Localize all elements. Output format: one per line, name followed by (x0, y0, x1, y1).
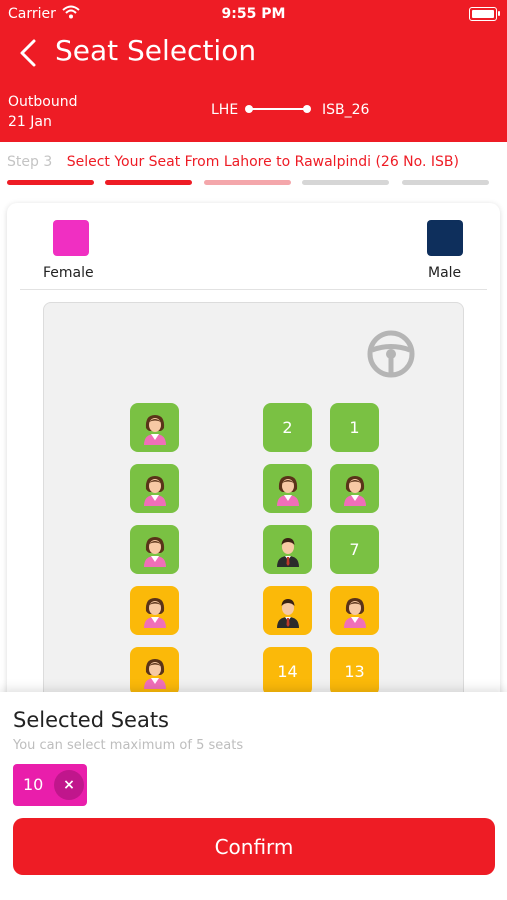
seat-occupied-female[interactable] (130, 525, 179, 574)
male-passenger-icon (276, 598, 299, 628)
seat-occupied-female[interactable] (130, 647, 179, 696)
status-time: 9:55 PM (221, 6, 286, 22)
female-legend-swatch (53, 220, 89, 256)
selected-seats-hint: You can select maximum of 5 seats (13, 738, 244, 753)
seat-occupied-male[interactable] (263, 586, 312, 635)
female-passenger-icon (343, 475, 366, 506)
battery-icon (469, 7, 500, 21)
seat-1[interactable]: 1 (330, 403, 379, 452)
seat-occupied-male[interactable] (263, 525, 312, 574)
seat-7[interactable]: 7 (330, 525, 379, 574)
seat-13[interactable]: 13 (330, 647, 379, 696)
page-title: Seat Selection (55, 34, 257, 67)
trip-direction: Outbound (8, 94, 78, 110)
progress-segment-3 (204, 180, 291, 185)
selected-seats-title: Selected Seats (13, 708, 170, 732)
legend-divider (20, 289, 487, 290)
female-passenger-icon (143, 475, 166, 506)
remove-seat-icon[interactable]: × (54, 770, 84, 800)
female-passenger-icon (343, 597, 366, 628)
step-label: Step 3 (7, 154, 53, 170)
route-line (245, 105, 311, 113)
selected-seat-number: 10 (23, 775, 44, 794)
progress-segment-1 (7, 180, 94, 185)
progress-segment-5 (402, 180, 489, 185)
trip-info: Outbound 21 Jan (8, 92, 77, 132)
female-passenger-icon (143, 597, 166, 628)
seat-2[interactable]: 2 (263, 403, 312, 452)
step-description: Select Your Seat From Lahore to Rawalpin… (66, 154, 459, 170)
confirm-button[interactable]: Confirm (13, 818, 495, 875)
female-passenger-icon (143, 536, 166, 567)
male-legend-swatch (427, 220, 463, 256)
step-indicator: Step 3 Select Your Seat From Lahore to R… (7, 154, 459, 170)
status-bar: Carrier 9:55 PM (0, 0, 507, 28)
seat-occupied-female[interactable] (130, 586, 179, 635)
female-passenger-icon (143, 414, 166, 445)
seat-occupied-female[interactable] (330, 464, 379, 513)
trip-date: 21 Jan (8, 114, 52, 130)
route-bar: Outbound 21 Jan LHE ISB_26 (0, 80, 507, 142)
seat-occupied-female[interactable] (263, 464, 312, 513)
female-legend-label: Female (43, 265, 94, 281)
progress-segment-2 (105, 180, 192, 185)
selected-seat-chip: 10 × (13, 764, 87, 806)
seat-occupied-female[interactable] (130, 403, 179, 452)
route-destination: ISB_26 (322, 102, 370, 118)
nav-bar: Seat Selection (0, 28, 507, 80)
back-chevron-icon[interactable] (14, 36, 44, 70)
male-legend-label: Male (428, 265, 462, 281)
seat-occupied-female[interactable] (130, 464, 179, 513)
female-passenger-icon (143, 658, 166, 689)
progress-segment-4 (302, 180, 389, 185)
steering-wheel-icon (367, 330, 415, 378)
route-origin: LHE (211, 102, 239, 118)
seat-14[interactable]: 14 (263, 647, 312, 696)
female-passenger-icon (276, 475, 299, 506)
male-passenger-icon (276, 537, 299, 567)
seat-occupied-female[interactable] (330, 586, 379, 635)
